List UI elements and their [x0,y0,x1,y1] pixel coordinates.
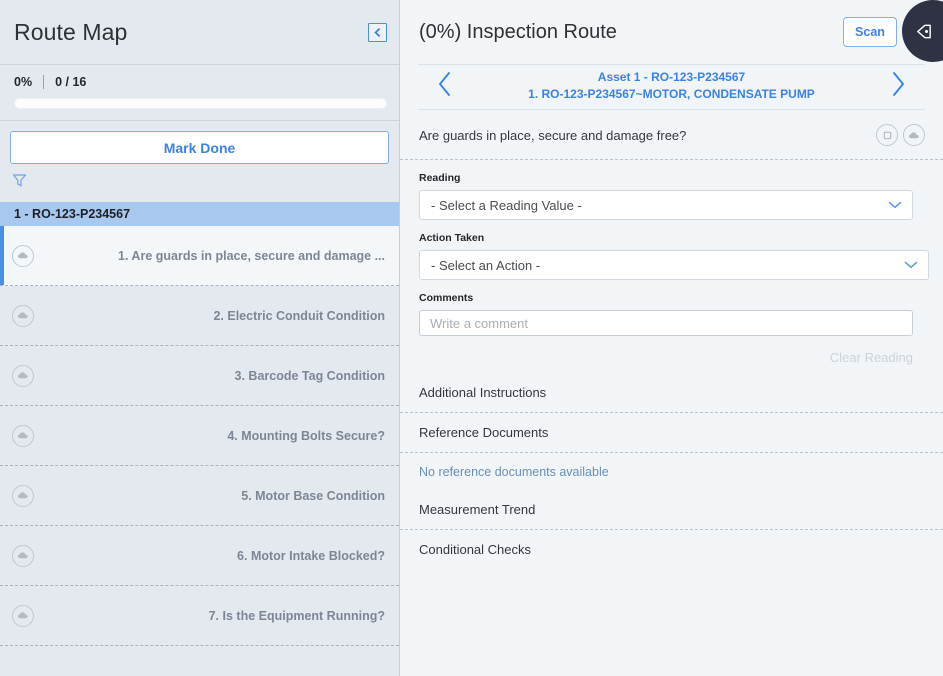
task-list-item-label: 7. Is the Equipment Running? [208,608,385,623]
asset-line-2: 1. RO-123-P234567~MOTOR, CONDENSATE PUMP [528,87,815,101]
question-icon-group [876,124,925,146]
page-title: Route Map [14,18,128,45]
section-measurement-trend[interactable]: Measurement Trend [400,490,943,530]
task-list-item[interactable]: 1. Are guards in place, secure and damag… [0,226,399,286]
cloud-upload-icon[interactable] [12,604,34,627]
section-additional-instructions[interactable]: Additional Instructions [400,373,943,413]
task-list-item-label: 3. Barcode Tag Condition [234,368,385,383]
reading-value: - Select a Reading Value - [431,197,582,213]
task-list[interactable]: 1. Are guards in place, secure and damag… [0,226,399,676]
task-list-item-label: 2. Electric Conduit Condition [213,308,385,323]
progress-count: 0 / 16 [43,75,86,89]
task-list-item[interactable]: 4. Mounting Bolts Secure? [0,406,399,466]
progress-block: 0% 0 / 16 [0,65,399,121]
progress-percent: 0% [14,75,33,89]
comments-label: Comments [419,292,474,304]
cloud-upload-icon[interactable] [12,424,34,447]
clear-reading-button[interactable]: Clear Reading [830,350,913,365]
reading-label: Reading [419,172,461,184]
section-reference-documents[interactable]: Reference Documents [400,413,943,453]
chevron-down-icon [888,196,902,214]
task-list-item-label: 4. Mounting Bolts Secure? [227,428,385,443]
cloud-upload-icon[interactable] [903,124,925,146]
chevron-left-icon [373,27,382,37]
cloud-upload-icon[interactable] [12,484,34,507]
action-taken-select[interactable]: - Select an Action - [419,250,929,280]
reading-form: Reading - Select a Reading Value - Actio… [400,160,943,336]
inspection-detail-panel: (0%) Inspection Route Scan Asset 1 - RO-… [400,0,943,676]
section-conditional-checks[interactable]: Conditional Checks [400,530,943,569]
inspection-title: (0%) Inspection Route [419,20,617,43]
chevron-left-icon [437,71,453,102]
route-map-panel: Route Map 0% 0 / 16 Mark Done 1 - RO-123… [0,0,400,676]
detail-sections: Additional Instructions Reference Docume… [400,367,943,569]
action-taken-value: - Select an Action - [431,257,541,273]
filter-row [0,164,399,202]
question-row: Are guards in place, secure and damage f… [400,110,943,160]
cloud-upload-icon[interactable] [12,304,34,327]
cloud-upload-icon[interactable] [12,364,34,387]
chevron-down-icon [904,256,918,274]
progress-stats: 0% 0 / 16 [14,75,387,89]
task-list-item[interactable]: 2. Electric Conduit Condition [0,286,399,346]
filter-funnel-icon[interactable] [12,173,399,193]
task-list-item-label: 6. Motor Intake Blocked? [237,548,385,563]
mark-done-button[interactable]: Mark Done [10,131,389,164]
action-taken-label: Action Taken [419,232,485,244]
task-list-item[interactable]: 6. Motor Intake Blocked? [0,526,399,586]
task-list-item[interactable]: 3. Barcode Tag Condition [0,346,399,406]
clear-reading-row: Clear Reading [400,336,943,367]
asset-label: Asset 1 - RO-123-P234567 1. RO-123-P2345… [460,69,883,103]
mark-done-wrapper: Mark Done [0,121,399,164]
task-list-item[interactable]: 5. Motor Base Condition [0,466,399,526]
previous-asset-button[interactable] [430,71,460,102]
cloud-upload-icon[interactable] [12,244,34,267]
progress-bar [14,98,387,109]
scan-button[interactable]: Scan [843,17,897,47]
asset-navigator: Asset 1 - RO-123-P234567 1. RO-123-P2345… [418,64,925,110]
cloud-upload-icon[interactable] [12,544,34,567]
reference-documents-empty-note: No reference documents available [419,465,609,479]
asset-group-header: 1 - RO-123-P234567 [0,202,399,226]
tag-icon [914,22,943,41]
task-list-item[interactable]: 7. Is the Equipment Running? [0,586,399,646]
inspection-header: (0%) Inspection Route Scan [400,0,943,64]
chevron-right-icon [890,71,906,102]
app-root: Route Map 0% 0 / 16 Mark Done 1 - RO-123… [0,0,943,676]
camera-icon[interactable] [876,124,898,146]
collapse-panel-button[interactable] [368,22,387,42]
route-map-header: Route Map [0,0,399,65]
task-list-item-label: 1. Are guards in place, secure and damag… [118,248,385,263]
next-asset-button[interactable] [883,71,913,102]
comments-input[interactable] [419,310,913,336]
task-list-item-label: 5. Motor Base Condition [241,488,385,503]
reading-select[interactable]: - Select a Reading Value - [419,190,913,220]
question-text: Are guards in place, secure and damage f… [419,127,687,143]
asset-line-1: Asset 1 - RO-123-P234567 [597,70,746,84]
